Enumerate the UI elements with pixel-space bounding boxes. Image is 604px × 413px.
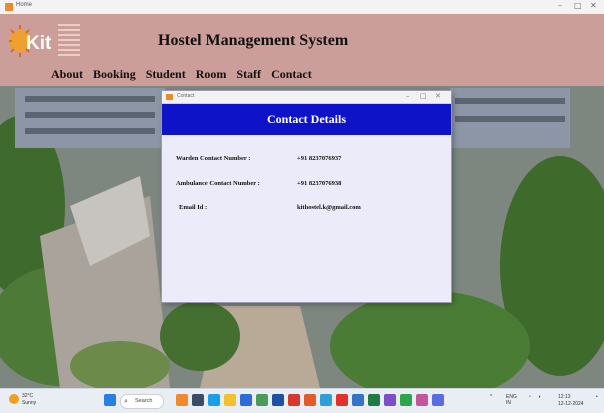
dialog-close-button[interactable]: ✕ — [435, 92, 441, 100]
clock[interactable]: 12:13 12-12-2024 — [558, 394, 584, 408]
store-icon[interactable] — [240, 394, 252, 406]
minimize-button[interactable]: – — [558, 1, 562, 10]
tray-chevron-icon[interactable]: ^ — [490, 394, 492, 400]
app-icon-cyan[interactable] — [320, 394, 332, 406]
app-icon-indigo[interactable] — [432, 394, 444, 406]
windows-start-icon[interactable] — [104, 394, 116, 406]
widgets-icon[interactable] — [176, 394, 188, 406]
app-icon-navy[interactable] — [352, 394, 364, 406]
app-icon-green[interactable] — [256, 394, 268, 406]
app-icon-red[interactable] — [288, 394, 300, 406]
app-icon-purple[interactable] — [384, 394, 396, 406]
nav-student[interactable]: Student — [146, 67, 186, 82]
app-icon-darkgreen[interactable] — [368, 394, 380, 406]
clock-date: 12-12-2024 — [558, 401, 584, 407]
dialog-window-title: Contact — [177, 93, 195, 99]
clock-time: 12:13 — [558, 394, 571, 400]
app-icon-pink[interactable] — [416, 394, 428, 406]
notification-icon[interactable]: • — [596, 394, 598, 400]
dialog-maximize-button[interactable]: □ — [420, 92, 427, 100]
nav-booking[interactable]: Booking — [93, 67, 136, 82]
app-icon-lime[interactable] — [400, 394, 412, 406]
weather-condition: Sunny — [22, 400, 37, 406]
nav-room[interactable]: Room — [196, 67, 227, 82]
close-button[interactable]: ✕ — [590, 1, 597, 10]
ambulance-contact-label: Ambulance Contact Number : — [176, 180, 260, 187]
language-indicator[interactable]: ENG IN — [506, 394, 522, 406]
nav-contact[interactable]: Contact — [271, 67, 312, 82]
college-logo: Kit — [8, 20, 86, 62]
search-icon: ⌕ — [124, 397, 128, 405]
nav-staff[interactable]: Staff — [236, 67, 261, 82]
app-icon-orange[interactable] — [304, 394, 316, 406]
app-title: Hostel Management System — [158, 32, 349, 49]
ambulance-contact-value: +91 8237076938 — [297, 180, 342, 187]
logo-caption-lines — [58, 24, 80, 58]
nav-about[interactable]: About — [51, 67, 83, 82]
email-label: Email Id : — [179, 204, 208, 211]
weather-widget[interactable]: 32°C Sunny — [22, 393, 36, 407]
app-header: Kit Hostel Management System About Booki… — [0, 14, 604, 86]
app-icon-blue[interactable] — [272, 394, 284, 406]
warden-contact-label: Warden Contact Number : — [176, 155, 251, 162]
task-view-icon[interactable] — [192, 394, 204, 406]
file-explorer-icon[interactable] — [224, 394, 236, 406]
contact-dialog: Contact – □ ✕ Contact Details Warden Con… — [162, 91, 451, 302]
dialog-window-icon — [166, 94, 173, 100]
email-value: kithostel.k@gmail.com — [297, 204, 361, 211]
svg-text:Kit: Kit — [26, 33, 52, 54]
logo-badge-icon: Kit — [9, 25, 52, 57]
weather-sun-icon[interactable] — [9, 394, 19, 404]
weather-temp: 32°C — [22, 393, 34, 399]
main-nav: About Booking Student Room Staff Contact — [51, 67, 322, 82]
window-title: Home — [16, 2, 33, 8]
wifi-icon[interactable]: ◔ — [528, 394, 531, 400]
taskbar: 32°C Sunny Search ⌕ ^ ENG IN ◔ ◖ 12:13 1… — [0, 388, 604, 413]
dialog-minimize-button[interactable]: – — [406, 92, 410, 100]
app-window-icon — [5, 3, 13, 11]
window-titlebar: Home – □ ✕ — [0, 0, 604, 15]
volume-icon[interactable]: ◖ — [538, 394, 541, 400]
dialog-heading: Contact Details — [162, 104, 451, 135]
dialog-titlebar: Contact – □ ✕ — [162, 91, 451, 104]
youtube-icon[interactable] — [336, 394, 348, 406]
maximize-button[interactable]: □ — [574, 1, 582, 10]
warden-contact-value: +91 8237076937 — [297, 155, 342, 162]
edge-browser-icon[interactable] — [208, 394, 220, 406]
